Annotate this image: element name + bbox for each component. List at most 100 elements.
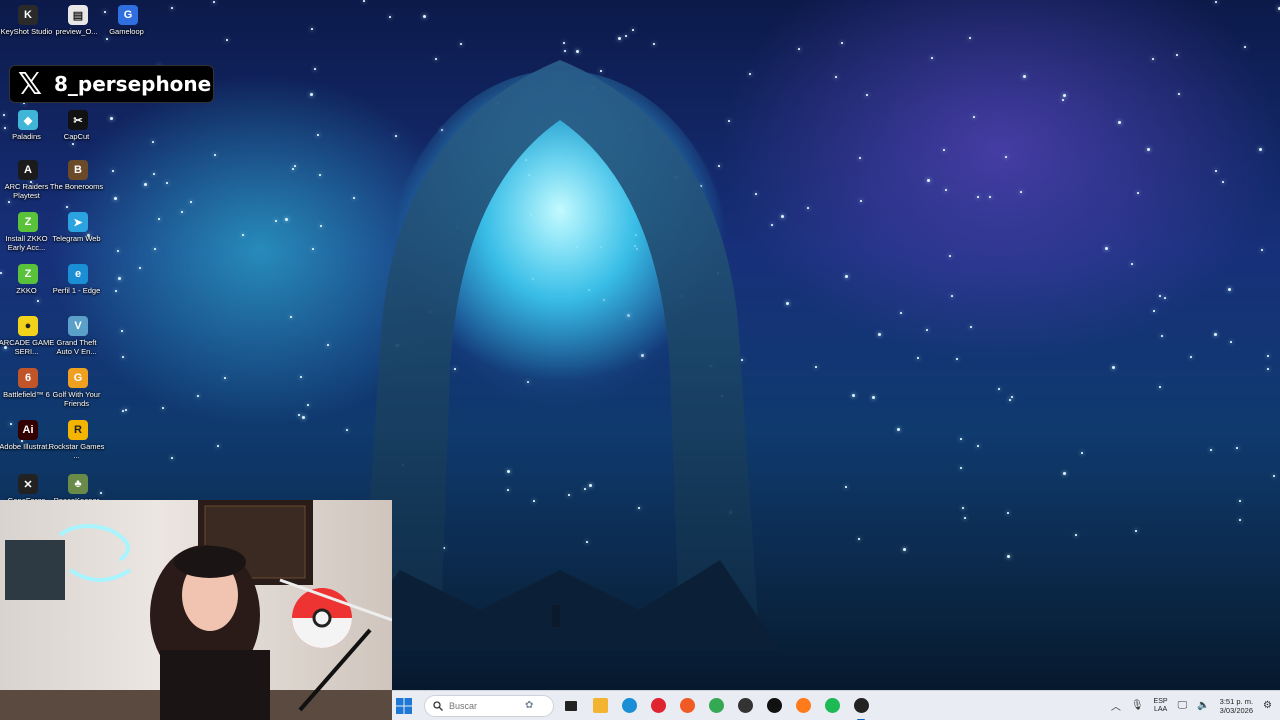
desktop-icon-keyshot[interactable]: K KeyShot Studio xyxy=(1,5,53,36)
microphone-icon[interactable]: 🎙 xyxy=(1131,700,1144,711)
taskview-button[interactable] xyxy=(559,694,583,718)
desktop-icon-zkko[interactable]: Z ZKKO xyxy=(3,264,53,295)
desktop-icon-label: Rockstar Games ... xyxy=(48,442,105,460)
taskbar-app-opera[interactable] xyxy=(646,694,670,718)
star xyxy=(1011,396,1013,398)
star xyxy=(294,165,296,167)
star xyxy=(292,168,294,170)
star xyxy=(1063,94,1066,97)
desktop-icon-illustrator[interactable]: Ai Adobe Illustrat... xyxy=(0,420,54,451)
star xyxy=(1153,310,1155,312)
star xyxy=(964,517,966,519)
zkko-installer-icon: Z xyxy=(18,212,38,232)
taskbar-app-obs[interactable] xyxy=(733,694,757,718)
taskbar-app-firefox[interactable] xyxy=(791,694,815,718)
brave-icon xyxy=(679,698,695,713)
webcam-overlay xyxy=(0,500,392,720)
desktop-icon-bonerooms[interactable]: B The Bonerooms xyxy=(50,160,103,191)
star xyxy=(1159,386,1161,388)
system-tray: ︿ 🎙 ESP LAA 🖵 🔈 3:51 p. m. 3/03/2026 ⚙ xyxy=(1111,697,1280,715)
star xyxy=(320,225,322,227)
taskbar-app-obs-studio[interactable] xyxy=(849,694,873,720)
telegram-icon: ➤ xyxy=(68,212,88,232)
desktop-icon-zkko-installer[interactable]: Z Install ZKKO Early Acc... xyxy=(3,212,53,252)
star xyxy=(949,255,951,257)
folder-icon xyxy=(592,698,608,713)
star xyxy=(960,438,962,440)
arc-raiders-icon: A xyxy=(18,160,38,180)
search-highlight-icon: ✿ xyxy=(525,700,534,711)
star xyxy=(242,234,244,236)
taskbar-app-file-explorer[interactable] xyxy=(588,694,612,718)
wallpaper-portal xyxy=(340,60,780,650)
star xyxy=(900,312,902,314)
star xyxy=(302,416,305,419)
desktop-icon-telegram[interactable]: ➤ Telegram Web xyxy=(52,212,103,243)
desktop-icon-edge[interactable]: e Perfil 1 - Edge xyxy=(53,264,103,295)
star xyxy=(106,38,108,40)
gta-icon: V xyxy=(68,316,88,336)
desktop-icon-battlefield[interactable]: 6 Battlefield™ 6 xyxy=(3,368,53,399)
star xyxy=(563,42,565,44)
desktop-icon-label: preview_O... xyxy=(55,27,98,36)
star xyxy=(1118,121,1121,124)
star xyxy=(943,149,945,151)
desktop-icon-label: Perfil 1 - Edge xyxy=(52,286,101,295)
desktop-icon-arc-raiders[interactable]: A ARC Raiders Playtest xyxy=(3,160,53,200)
star xyxy=(1273,475,1275,477)
tray-chevron-icon[interactable]: ︿ xyxy=(1111,698,1121,713)
star xyxy=(852,394,855,397)
taskbar-app-arc-raiders[interactable] xyxy=(762,694,786,718)
desktop-icon-arcade[interactable]: ● ARCADE GAME SERI... xyxy=(0,316,55,356)
taskbar-app-chrome[interactable] xyxy=(704,694,728,718)
star xyxy=(970,326,972,328)
star xyxy=(1147,148,1150,151)
star xyxy=(112,170,114,172)
star xyxy=(926,329,928,331)
desktop-icon-golf[interactable]: G Golf With Your Friends xyxy=(53,368,103,408)
desktop-icon-label: ZKKO xyxy=(16,286,37,295)
desktop-icon-gameloop[interactable]: G Gameloop xyxy=(103,5,153,36)
desktop-icon-rockstar[interactable]: R Rockstar Games ... xyxy=(49,420,104,460)
clock[interactable]: 3:51 p. m. 3/03/2026 xyxy=(1220,697,1253,715)
star xyxy=(1259,148,1262,151)
star xyxy=(389,16,391,18)
star xyxy=(903,548,906,551)
star xyxy=(319,174,321,176)
star xyxy=(845,486,847,488)
star xyxy=(1020,191,1022,193)
search-input[interactable] xyxy=(449,700,519,711)
network-icon[interactable]: 🖵 xyxy=(1178,700,1188,711)
settings-gear-icon[interactable]: ⚙ xyxy=(1263,700,1272,711)
star xyxy=(460,43,462,45)
star xyxy=(1239,519,1241,521)
volume-icon[interactable]: 🔈 xyxy=(1197,700,1209,711)
document-icon: ▤ xyxy=(68,5,88,25)
x-logo-icon: 𝕏 xyxy=(17,66,43,102)
language-indicator[interactable]: ESP LAA xyxy=(1154,698,1168,714)
star xyxy=(310,93,313,96)
star xyxy=(956,358,958,360)
star xyxy=(307,404,309,406)
star xyxy=(1135,530,1137,532)
taskbar-app-spotify[interactable] xyxy=(820,694,844,718)
taskbar-app-brave[interactable] xyxy=(675,694,699,718)
star xyxy=(815,366,817,368)
star xyxy=(311,28,313,30)
star xyxy=(290,316,292,318)
start-button[interactable] xyxy=(392,694,416,718)
star xyxy=(858,538,860,540)
desktop-icon-label: Gameloop xyxy=(109,27,144,36)
star xyxy=(931,57,933,59)
desktop-icon-gta[interactable]: V Grand Theft Auto V En... xyxy=(53,316,103,356)
taskbar-search[interactable]: ✿ xyxy=(424,694,554,717)
desktop-icon-capcut[interactable]: ✂ CapCut xyxy=(53,110,103,141)
taskbar-app-edge[interactable] xyxy=(617,694,641,718)
taskbar: ✿ ︿ 🎙 ESP LAA 🖵 🔈 3:51 p. m. 3/03/2026 ⚙ xyxy=(392,690,1280,720)
desktop-icon-label: ARCADE GAME SERI... xyxy=(0,338,55,356)
desktop-icon-paladins[interactable]: ◆ Paladins xyxy=(3,110,53,141)
desktop-icon-label: Battlefield™ 6 xyxy=(3,390,50,399)
desktop-icon-document[interactable]: ▤ preview_O... xyxy=(53,5,103,36)
star xyxy=(1228,288,1231,291)
star xyxy=(845,275,848,278)
